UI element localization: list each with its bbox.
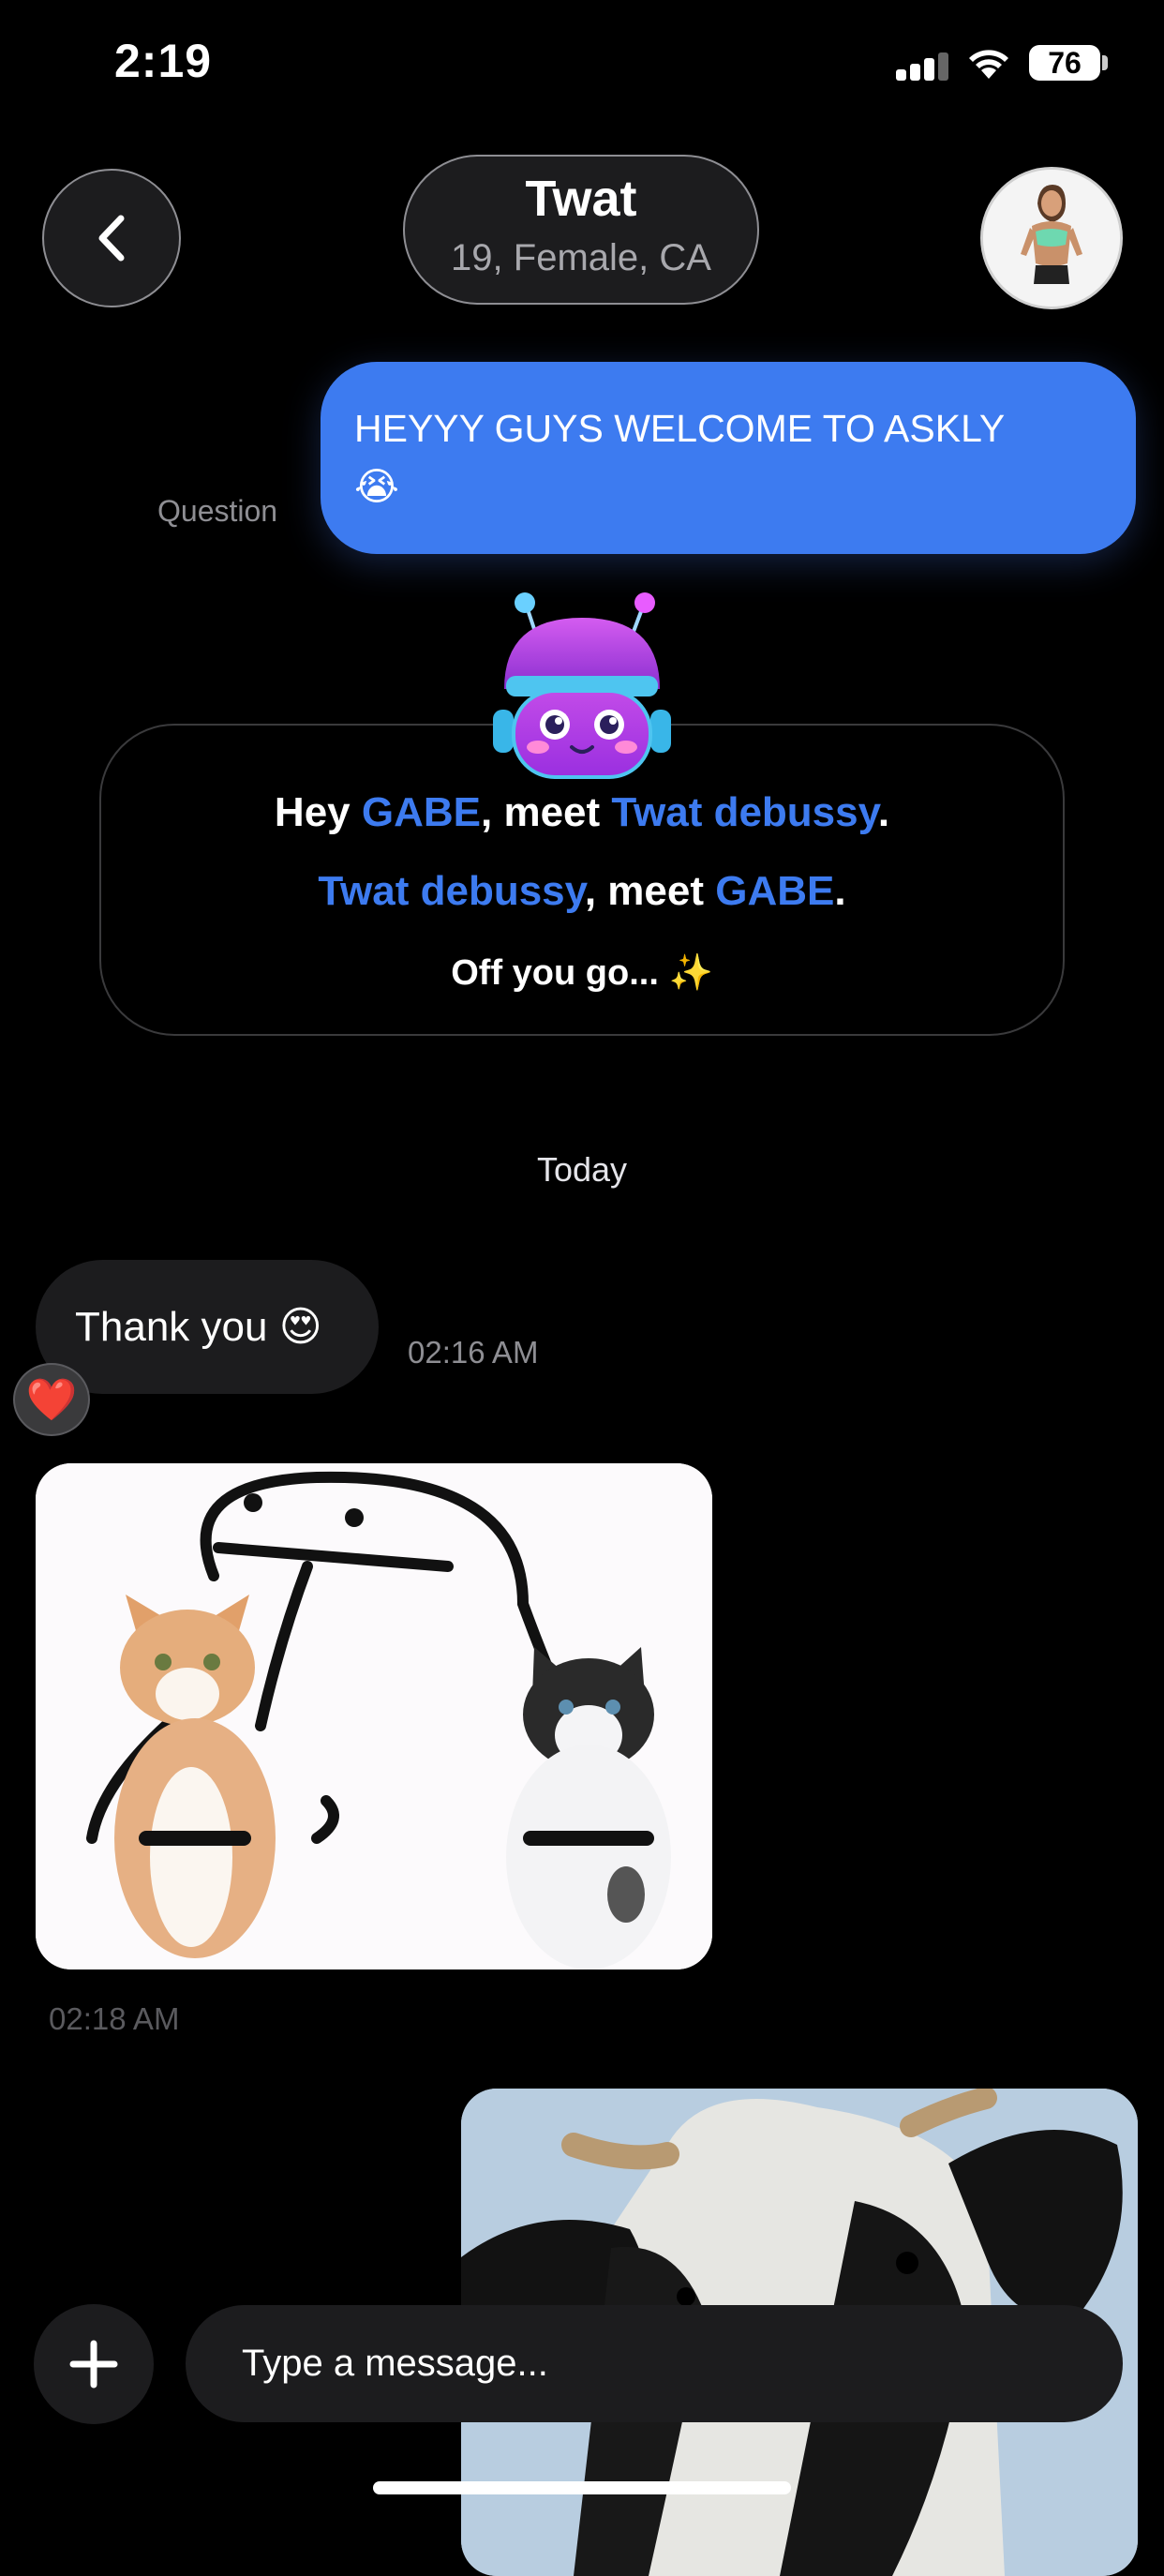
message-text: Thank you [75,1303,268,1350]
status-time: 2:19 [114,35,213,87]
intro-line-1: Hey GABE, meet Twat debussy. [101,789,1063,836]
cats-meme-image [36,1463,712,1969]
back-button[interactable] [42,169,181,307]
profile-title-pill[interactable]: Twat 19, Female, CA [403,155,759,305]
intro-line-2: Twat debussy, meet GABE. [101,868,1063,915]
sparkles-emoji: ✨ [668,953,713,993]
date-divider: Today [536,1150,628,1189]
wifi-icon [969,50,1008,79]
intro-text: , meet [584,868,716,914]
user-name: GABE [361,789,481,835]
message-input[interactable] [186,2305,1123,2422]
image-message-cats[interactable] [36,1463,712,1969]
user-name: GABE [715,868,835,914]
question-emoji: 😭 [354,465,399,508]
battery-indicator: 76 [1029,45,1100,81]
question-label: Question [157,494,278,528]
heart-reaction-emoji: ❤️ [25,1377,78,1423]
question-bubble: HEYYY GUYS WELCOME TO ASKLY 😭 [321,362,1136,554]
intro-text: . [877,789,890,835]
heart-eyes-emoji: 😍 [278,1304,322,1350]
robot-mascot-icon [493,592,671,779]
intro-text: Hey [274,789,362,835]
message-timestamp: 02:16 AM [408,1335,539,1370]
cellular-signal-icon [896,52,948,81]
profile-name: Twat [525,171,637,227]
message-timestamp: 02:18 AM [49,2001,180,2036]
avatar-photo [983,170,1120,307]
home-indicator[interactable] [373,2481,791,2494]
add-attachment-button[interactable] [34,2304,154,2424]
avatar[interactable] [980,167,1123,309]
intro-text: , meet [481,789,612,835]
heart-reaction-badge[interactable]: ❤️ [13,1363,90,1436]
match-name: Twat debussy [318,868,585,914]
intro-line-3: Off you go... ✨ [101,952,1063,994]
question-text: HEYYY GUYS WELCOME TO ASKLY [354,407,1006,450]
chevron-left-icon [98,215,125,262]
intro-off-you-go: Off you go... [451,953,659,993]
intro-text: . [834,868,846,914]
match-name: Twat debussy [611,789,878,835]
incoming-message-bubble[interactable]: Thank you 😍 [36,1260,379,1394]
battery-tip [1102,55,1108,70]
plus-icon [69,2340,118,2389]
profile-details: 19, Female, CA [451,237,711,278]
